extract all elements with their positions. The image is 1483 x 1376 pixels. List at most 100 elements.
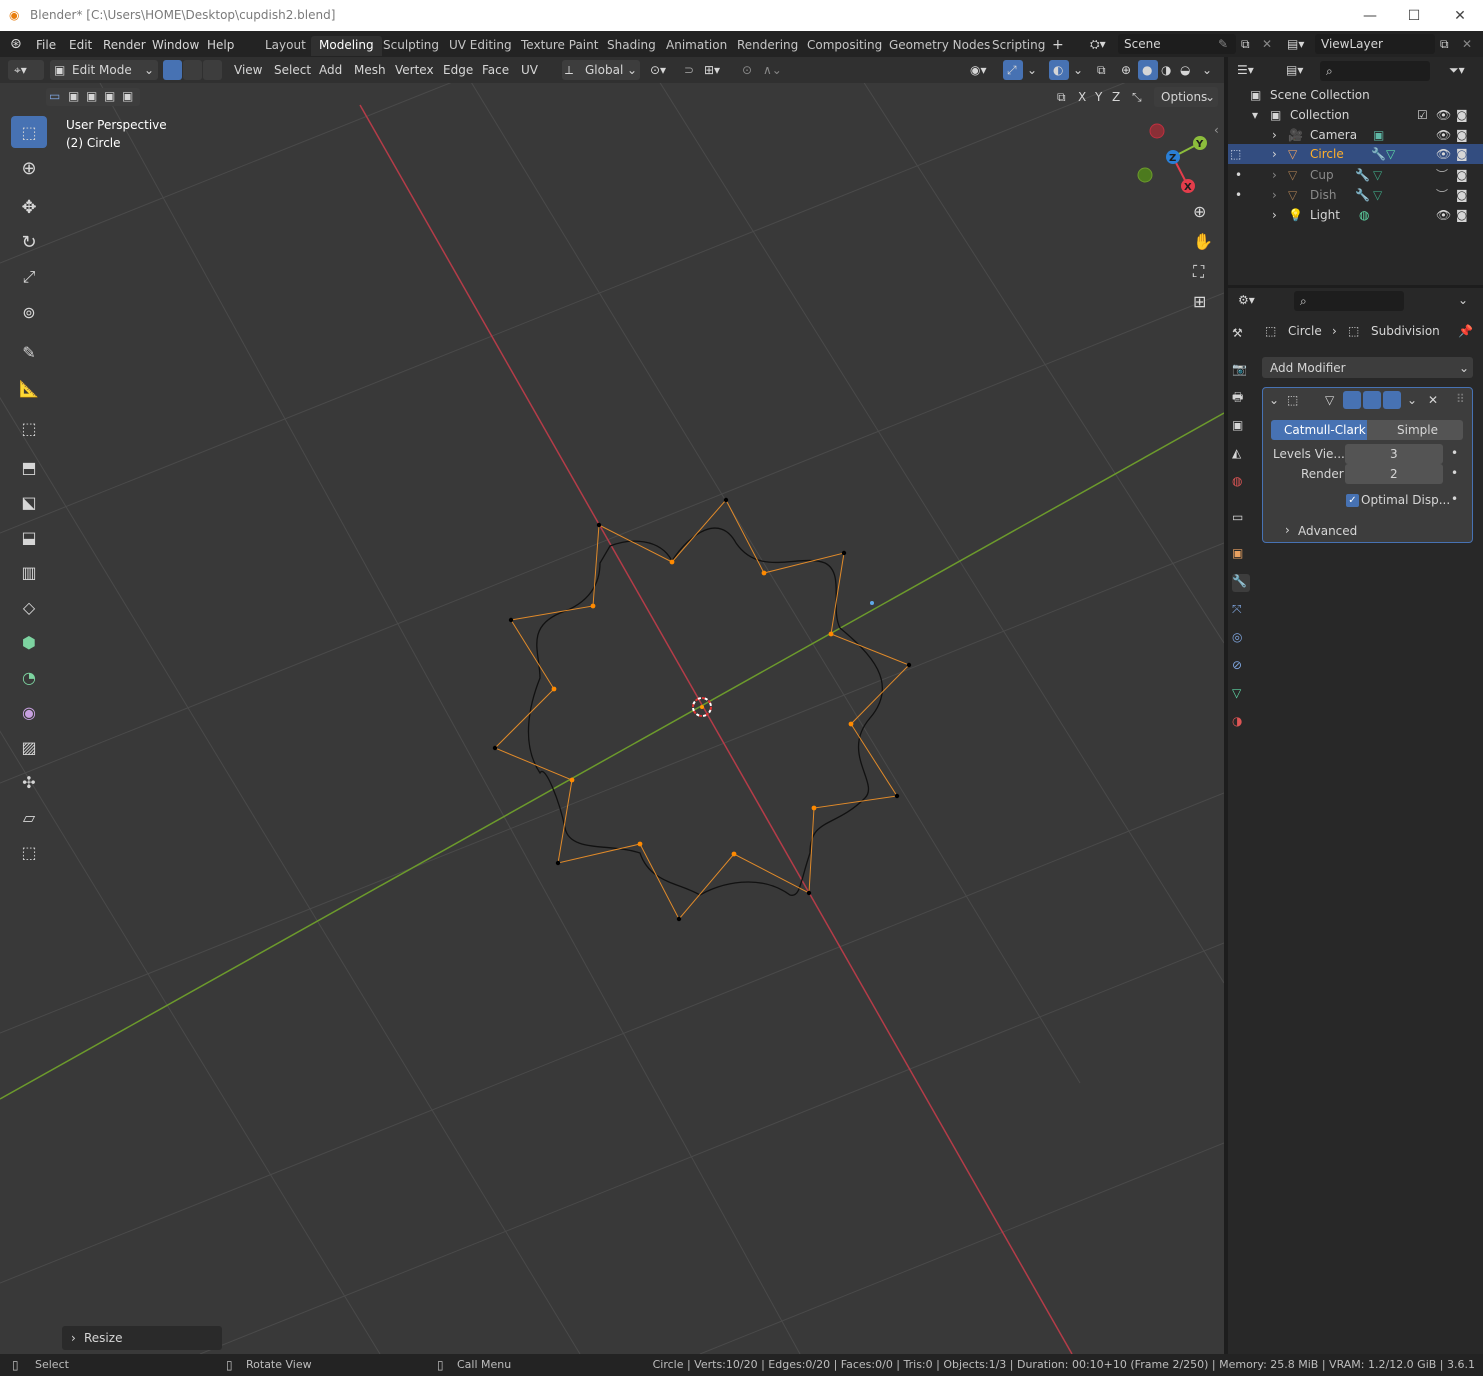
material-tab-icon[interactable]: ◑ <box>1232 714 1250 732</box>
view-layer-field[interactable]: ViewLayer <box>1315 34 1435 54</box>
outliner-item-circle[interactable]: ⬚ › ▽ Circle 🔧 ▽ 👁 ◙ <box>1228 144 1483 164</box>
scene-icon[interactable]: ⛭▾ <box>1090 37 1106 51</box>
collapse-sidebar-icon[interactable]: ‹ <box>1214 123 1219 137</box>
view-layer-tab-icon[interactable]: ▣ <box>1232 418 1250 436</box>
keyframe-dot-icon[interactable]: • <box>1451 446 1458 460</box>
auto-merge-icon[interactable]: ⤡ <box>1132 90 1142 104</box>
tab-scripting[interactable]: Scripting <box>984 36 1053 56</box>
edit-mode-toggle-icon[interactable]: ⬚ <box>1230 147 1241 161</box>
select-intersect-icon[interactable]: ▣ <box>122 89 133 103</box>
menu-window[interactable]: Window <box>152 38 199 52</box>
menu-file[interactable]: File <box>36 38 56 52</box>
eye-closed-icon[interactable]: ︶ <box>1436 188 1448 202</box>
physics-tab-icon[interactable]: ◎ <box>1232 630 1250 648</box>
tab-texture-paint[interactable]: Texture Paint <box>513 36 606 56</box>
scale-tool[interactable]: ⤢ <box>11 261 47 293</box>
minimize-button[interactable]: — <box>1347 0 1393 31</box>
collapse-arrow-icon[interactable]: ⌄ <box>1269 393 1279 407</box>
select-invert-icon[interactable]: ▣ <box>104 89 115 103</box>
bevel-tool[interactable]: ⬓ <box>11 521 47 553</box>
spin-tool[interactable]: ◔ <box>11 661 47 693</box>
on-cage-icon[interactable]: ▽ <box>1325 393 1334 407</box>
mirror-y-toggle[interactable]: Y <box>1095 90 1102 104</box>
menu-help[interactable]: Help <box>207 38 234 52</box>
camera-render-icon[interactable]: ◙ <box>1456 188 1468 202</box>
menu-render[interactable]: Render <box>103 38 146 52</box>
collection-tab-icon[interactable]: ▭ <box>1232 510 1250 528</box>
rip-region-tool[interactable]: ⬚ <box>11 836 47 868</box>
close-window-button[interactable]: ✕ <box>1437 0 1483 31</box>
camera-render-icon[interactable]: ◙ <box>1456 108 1468 122</box>
menu-uv[interactable]: UV <box>521 63 538 77</box>
menu-select[interactable]: Select <box>274 63 311 77</box>
tab-rendering[interactable]: Rendering <box>729 36 806 56</box>
viewport-display-toggle[interactable] <box>1363 391 1381 409</box>
close-icon[interactable]: ✕ <box>1428 393 1438 407</box>
transform-tool[interactable]: ⊚ <box>11 296 47 328</box>
new-view-layer-icon[interactable]: ⧉ <box>1440 37 1449 51</box>
tab-modeling[interactable]: Modeling <box>311 36 382 56</box>
select-mode-buttons[interactable]: ▭ ▣ ▣ ▣ ▣ <box>46 88 140 106</box>
material-shading-icon[interactable]: ◑ <box>1161 63 1171 77</box>
display-mode-icon[interactable]: ▤▾ <box>1286 63 1303 77</box>
last-operator-panel[interactable]: › Resize <box>62 1326 222 1350</box>
select-new-icon[interactable]: ▭ <box>49 89 60 103</box>
tab-animation[interactable]: Animation <box>658 36 735 56</box>
pan-hand-icon[interactable]: ✋ <box>1193 234 1213 250</box>
edge-select-button[interactable] <box>183 60 202 80</box>
drag-handle-icon[interactable]: ⠿ <box>1456 392 1465 406</box>
shear-tool[interactable]: ▱ <box>11 801 47 833</box>
render-display-toggle[interactable] <box>1383 391 1401 409</box>
keyframe-dot-icon[interactable]: • <box>1451 492 1458 506</box>
menu-mesh[interactable]: Mesh <box>354 63 386 77</box>
camera-render-icon[interactable]: ◙ <box>1456 168 1468 182</box>
optimal-display-checkbox[interactable]: ✓ <box>1346 494 1359 507</box>
new-scene-icon[interactable]: ⧉ <box>1241 37 1250 51</box>
edit-mode-display-toggle[interactable] <box>1343 391 1361 409</box>
vertex-select-button[interactable] <box>163 60 182 80</box>
catmull-clark-tab[interactable]: Catmull-Clark <box>1271 420 1367 440</box>
camera-render-icon[interactable]: ◙ <box>1456 147 1468 161</box>
scene-field[interactable]: Scene ✎ <box>1118 34 1236 54</box>
tool-tab-icon[interactable]: ⚒ <box>1232 326 1250 344</box>
render-levels-field[interactable]: 2 <box>1345 464 1443 484</box>
visibility-icon[interactable]: ◉▾ <box>970 63 987 77</box>
camera-view-icon[interactable]: ⛶ <box>1193 264 1204 280</box>
inset-tool[interactable]: ⬕ <box>11 486 47 518</box>
gizmo-dropdown-icon[interactable]: ⌄ <box>1027 63 1037 77</box>
cursor-tool[interactable]: ⊕ <box>11 152 47 184</box>
chevron-down-icon[interactable]: ⌄ <box>1407 393 1417 407</box>
tab-shading[interactable]: Shading <box>599 36 664 56</box>
rotate-tool[interactable]: ↻ <box>11 226 47 258</box>
loop-cut-tool[interactable]: ▥ <box>11 556 47 588</box>
modifier-tab-icon[interactable]: 🔧 <box>1232 574 1250 592</box>
wireframe-shading-icon[interactable]: ⊕ <box>1121 63 1131 77</box>
rendered-shading-icon[interactable]: ◒ <box>1180 63 1190 77</box>
transform-orientation-dropdown[interactable]: ⟂ Global ⌄ <box>562 60 640 80</box>
eye-icon[interactable]: 👁 <box>1436 208 1451 222</box>
xray-icon[interactable]: ⧉ <box>1097 63 1106 77</box>
navigation-gizmo[interactable]: Y Z X <box>1137 123 1207 193</box>
constraints-tab-icon[interactable]: ⊘ <box>1232 658 1250 676</box>
extrude-tool[interactable]: ⬒ <box>11 451 47 483</box>
menu-view[interactable]: View <box>234 63 262 77</box>
add-workspace-icon[interactable]: + <box>1052 38 1064 52</box>
levels-viewport-field[interactable]: 3 <box>1345 444 1443 464</box>
menu-face[interactable]: Face <box>482 63 509 77</box>
world-tab-icon[interactable]: ◍ <box>1232 474 1250 492</box>
checkbox-icon[interactable]: ☑ <box>1417 108 1428 122</box>
properties-search[interactable]: ⌕ <box>1294 291 1404 311</box>
editor-type-button[interactable]: ⌖▾ <box>8 60 44 80</box>
camera-render-icon[interactable]: ◙ <box>1456 128 1468 142</box>
solid-shading-button[interactable]: ● <box>1138 60 1158 80</box>
render-tab-icon[interactable]: 📷 <box>1232 362 1250 380</box>
snap-target-icon[interactable]: ⊞▾ <box>704 63 720 77</box>
shrink-fatten-tool[interactable]: ✣ <box>11 766 47 798</box>
zoom-icon[interactable]: ⊕ <box>1193 204 1206 220</box>
tab-uv-editing[interactable]: UV Editing <box>441 36 520 56</box>
tab-layout[interactable]: Layout <box>257 36 314 56</box>
tab-compositing[interactable]: Compositing <box>799 36 890 56</box>
particles-tab-icon[interactable]: ⤧ <box>1232 602 1250 620</box>
falloff-icon[interactable]: ∧⌄ <box>763 63 782 77</box>
move-tool[interactable]: ✥ <box>11 191 47 223</box>
